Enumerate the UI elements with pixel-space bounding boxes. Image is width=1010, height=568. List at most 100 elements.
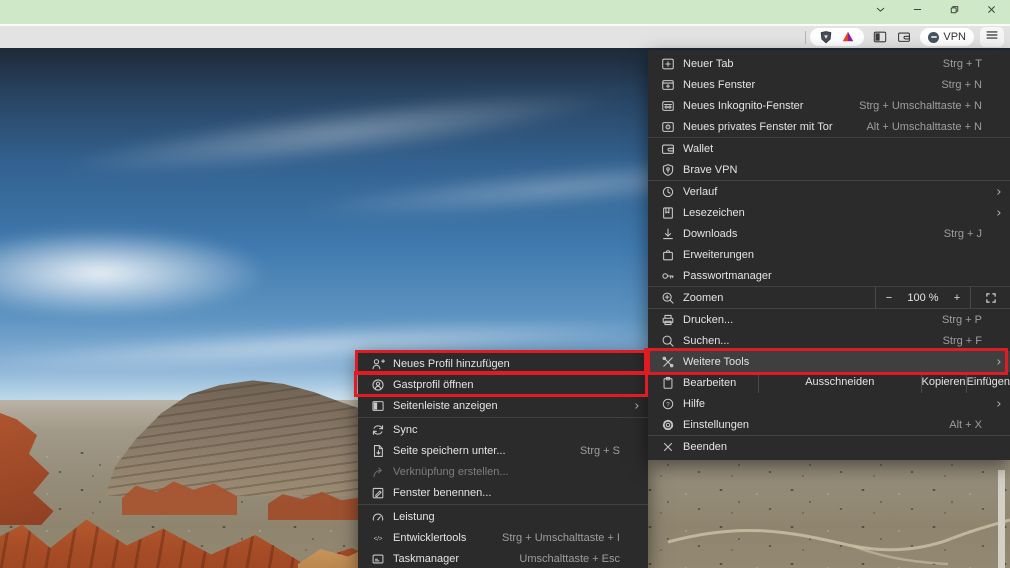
zoom-icon — [661, 291, 675, 305]
devtools-icon — [371, 531, 385, 545]
menu-item-label: Sync — [393, 423, 418, 436]
fullscreen-button[interactable] — [971, 292, 1010, 304]
menu-item-label: Verlauf — [683, 185, 718, 198]
menu-item-key[interactable]: Passwortmanager — [648, 265, 1010, 286]
minimize-icon — [911, 3, 924, 21]
menu-item-save-page[interactable]: Seite speichern unter... Strg + S — [358, 440, 648, 461]
menu-item-label: Neues Profil hinzufügen — [393, 357, 510, 370]
menu-item-bookmarks[interactable]: Lesezeichen — [648, 202, 1010, 223]
download-icon — [661, 227, 675, 241]
menu-item-shortcut: Strg + Umschalttaste + N — [859, 99, 982, 112]
browser-window: VPN Neues Profil hinzufügen Gastprofil öf… — [0, 0, 1010, 568]
maximize-restore-icon — [948, 3, 961, 21]
menu-item-label: Neues Fenster — [683, 78, 756, 91]
menu-item-new-tab[interactable]: Neuer Tab Strg + T — [648, 53, 1010, 74]
menu-item-tor-window[interactable]: Neues privates Fenster mit Tor Alt + Umsc… — [648, 116, 1010, 137]
menu-item-label: Seitenleiste anzeigen — [393, 399, 498, 412]
zoom-controls: −100 % + — [875, 287, 1010, 308]
menu-item-search[interactable]: Suchen... Strg + F — [648, 330, 1010, 351]
address-bar-end — [810, 28, 865, 46]
menu-item-exit[interactable]: Beenden — [648, 436, 1010, 457]
menu-item-new-window[interactable]: Neues Fenster Strg + N — [648, 74, 1010, 95]
submenu-arrow-icon — [994, 187, 1004, 197]
menu-item-label: Passwortmanager — [683, 269, 772, 282]
menu-item-performance[interactable]: Leistung — [358, 506, 648, 527]
edit-action-paste[interactable]: Einfügen — [965, 372, 1010, 393]
wallet-icon[interactable] — [896, 29, 912, 45]
guest-profile-icon — [371, 378, 385, 392]
shortcut-icon — [371, 465, 385, 479]
menu-item-wallet[interactable]: Wallet — [648, 138, 1010, 159]
sidebar-icon — [371, 399, 385, 413]
close-button[interactable] — [973, 0, 1010, 24]
menu-item-clipboard[interactable]: Bearbeiten Ausschneiden Kopieren Einfügen — [648, 372, 1010, 393]
menu-item-settings[interactable]: Einstellungen Alt + X — [648, 414, 1010, 435]
submenu-arrow-icon — [632, 401, 642, 411]
edit-action-copy[interactable]: Kopieren — [920, 372, 966, 393]
menu-item-label: Brave VPN — [683, 163, 738, 176]
vpn-status-icon — [928, 31, 940, 43]
taskmanager-icon — [371, 552, 385, 566]
browser-main-menu: Neuer Tab Strg + T Neues Fenster Strg + N Ne… — [648, 50, 1010, 460]
menu-item-label: Downloads — [683, 227, 738, 240]
menu-item-label: Einstellungen — [683, 418, 750, 431]
settings-icon — [661, 418, 675, 432]
menu-separator — [358, 417, 648, 418]
menu-item-label: Beenden — [683, 440, 728, 453]
zoom-out-button[interactable]: − — [876, 292, 902, 304]
brave-shields-icon[interactable] — [818, 29, 834, 45]
menu-item-sidebar[interactable]: Seitenleiste anzeigen — [358, 395, 648, 416]
wallet-icon — [661, 142, 675, 156]
maximize-button[interactable] — [936, 0, 973, 24]
menu-item-label: Erweiterungen — [683, 248, 754, 261]
menu-item-zoom[interactable]: Zoomen −100 % + — [648, 287, 1010, 308]
brave-rewards-icon[interactable] — [840, 29, 856, 45]
menu-item-shortcut: Verknüpfung erstellen... — [358, 461, 648, 482]
tor-window-icon — [661, 120, 675, 134]
zoom-in-button[interactable]: + — [944, 292, 970, 304]
menu-item-printer[interactable]: Drucken... Strg + P — [648, 309, 1010, 330]
menu-item-tools[interactable]: Weitere Tools — [648, 351, 1010, 372]
save-page-icon — [371, 444, 385, 458]
titlebar — [0, 0, 1010, 24]
menu-item-label: Hilfe — [683, 397, 706, 410]
menu-item-sync[interactable]: Sync — [358, 419, 648, 440]
vpn-icon — [661, 163, 675, 177]
zoom-level: 100 % — [907, 291, 939, 304]
menu-item-shortcut: Strg + S — [579, 444, 620, 457]
menu-item-incognito[interactable]: Neues Inkognito-Fenster Strg + Umschaltta… — [648, 95, 1010, 116]
search-icon — [661, 334, 675, 348]
menu-item-label: Weitere Tools — [683, 355, 750, 368]
menu-item-shortcut: Strg + J — [943, 227, 982, 240]
menu-item-rename[interactable]: Fenster benennen... — [358, 482, 648, 503]
desert-trail — [667, 518, 1010, 566]
clipboard-icon — [661, 376, 675, 390]
submenu-arrow-icon — [994, 357, 1004, 367]
menu-item-taskmanager[interactable]: Taskmanager Umschalttaste + Esc — [358, 548, 648, 568]
menu-item-devtools[interactable]: Entwicklertools Strg + Umschalttaste + I — [358, 527, 648, 548]
menu-item-download[interactable]: Downloads Strg + J — [648, 223, 1010, 244]
menu-item-help[interactable]: Hilfe — [648, 393, 1010, 414]
minimize-button[interactable] — [899, 0, 936, 24]
menu-item-label: Wallet — [683, 142, 714, 155]
sidebar-panel-icon[interactable] — [872, 29, 888, 45]
rename-icon — [371, 486, 385, 500]
menu-item-shortcut: Alt + X — [949, 418, 982, 431]
key-icon — [661, 269, 675, 283]
menu-item-shortcut: Strg + N — [941, 78, 982, 91]
menu-item-label: Leistung — [393, 510, 435, 523]
help-icon — [661, 397, 675, 411]
menu-item-extensions[interactable]: Erweiterungen — [648, 244, 1010, 265]
vpn-button[interactable]: VPN — [920, 28, 974, 46]
menu-item-label: Fenster benennen... — [393, 486, 492, 499]
edit-action-cut[interactable]: Ausschneiden — [758, 372, 921, 393]
menu-item-history[interactable]: Verlauf — [648, 181, 1010, 202]
menu-item-add-profile[interactable]: Neues Profil hinzufügen — [358, 353, 648, 374]
menu-item-label: Neues Inkognito-Fenster — [683, 99, 804, 112]
tab-search-button[interactable] — [862, 0, 899, 24]
menu-item-guest-profile[interactable]: Gastprofil öffnen — [358, 374, 648, 395]
menu-item-vpn[interactable]: Brave VPN — [648, 159, 1010, 180]
menu-button[interactable] — [980, 27, 1004, 47]
menu-item-shortcut: Strg + P — [941, 313, 982, 326]
menu-item-shortcut: Umschalttaste + Esc — [519, 552, 620, 565]
